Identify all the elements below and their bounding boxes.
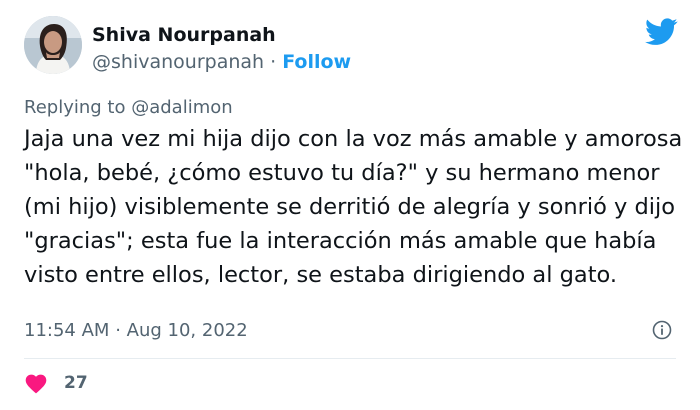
avatar[interactable] [24,16,82,74]
reply-mention-link[interactable]: @adalimon [131,97,232,118]
avatar-image [24,16,82,74]
author-name[interactable]: Shiva Nourpanah [92,23,276,47]
timestamp-separator: · [115,320,126,341]
replying-prefix: Replying to [24,97,126,118]
twitter-bird-icon[interactable] [645,18,678,46]
replying-to: Replying to @adalimon [24,96,233,120]
divider [24,358,676,359]
separator-text: · [270,51,277,73]
like-button[interactable]: 27 [24,370,88,396]
like-count: 27 [64,373,88,393]
author-handle[interactable]: @shivanourpanah [92,51,264,73]
separator-dot: · [270,51,282,73]
tweet-time: 11:54 AM [24,320,110,341]
tweet-text: Jaja una vez mi hija dijo con la voz más… [24,126,683,288]
author-handle-row: @shivanourpanah · Follow [92,50,351,74]
tweet-card: Shiva Nourpanah @shivanourpanah · Follow… [0,0,700,410]
timestamp-separator-text: · [115,320,121,341]
tweet-date: Aug 10, 2022 [126,320,248,341]
info-icon[interactable] [652,320,672,340]
heart-icon [25,374,47,394]
tweet-timestamp[interactable]: 11:54 AM · Aug 10, 2022 [24,319,248,343]
follow-button[interactable]: Follow [282,51,351,73]
